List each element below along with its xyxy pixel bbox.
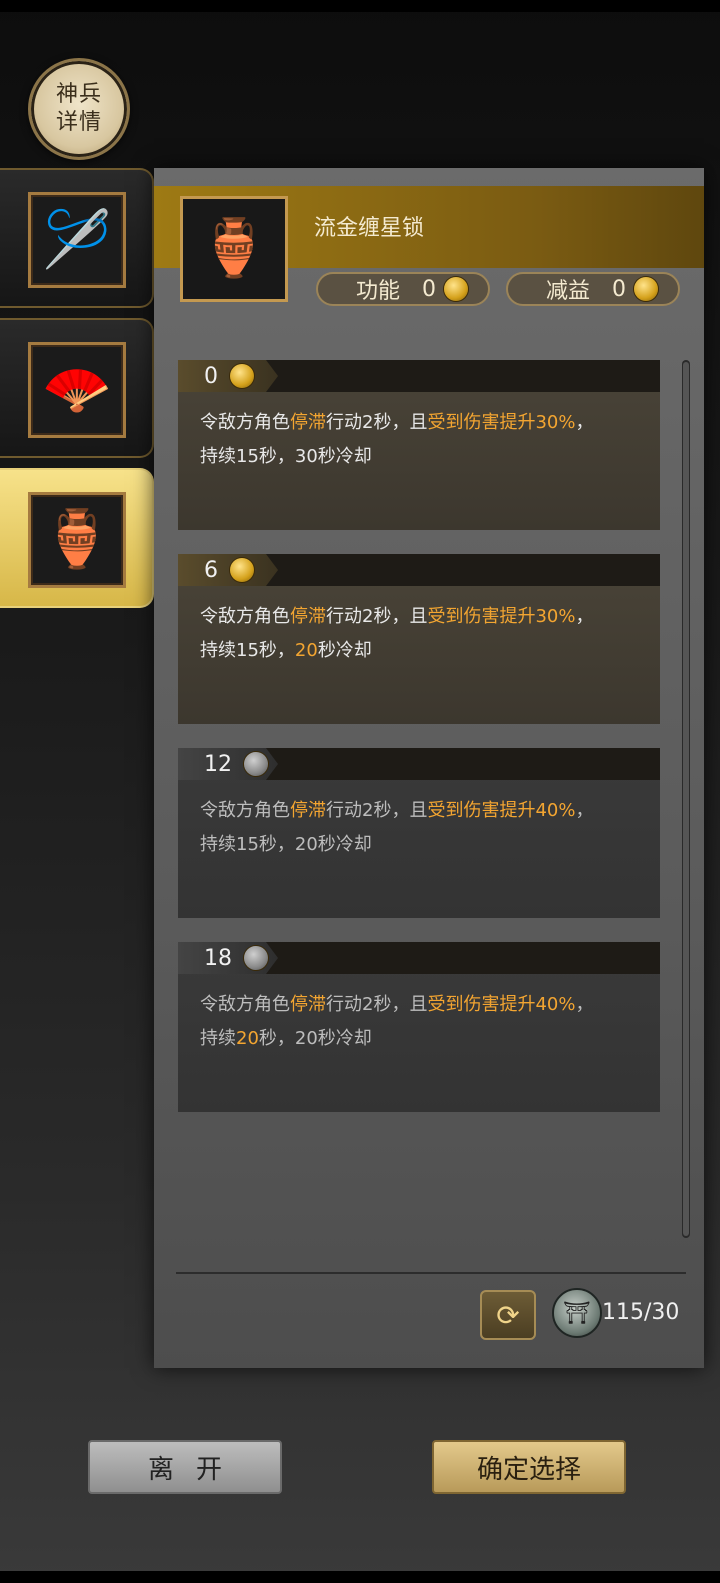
coin-icon [444, 277, 469, 301]
item-tab-hairpins[interactable]: 🪡 [0, 168, 154, 308]
coin-icon [230, 558, 254, 582]
level-card: 18 令敌方角色停滞行动2秒，且受到伤害提升40%， 持续20秒，20秒冷却 [178, 942, 660, 1112]
refresh-button[interactable]: ⟳ [480, 1290, 536, 1340]
coin-icon [230, 364, 254, 388]
level-tag: 6 [178, 554, 278, 586]
level-card: 12 令敌方角色停滞行动2秒，且受到伤害提升40%， 持续15秒，20秒冷却 [178, 748, 660, 918]
leave-button[interactable]: 离开 [88, 1440, 282, 1494]
level-number: 18 [204, 945, 232, 971]
top-bar [0, 0, 720, 12]
level-number: 0 [204, 363, 218, 389]
level-number: 12 [204, 751, 232, 777]
item-title: 流金缠星锁 [314, 216, 425, 241]
level-description: 令敌方角色停滞行动2秒，且受到伤害提升40%， 持续15秒，20秒冷却 [200, 800, 594, 855]
level-number: 6 [204, 557, 218, 583]
level-tag: 0 [178, 360, 278, 392]
divider [176, 1272, 686, 1274]
currency-value: 115/30 [602, 1300, 680, 1325]
confirm-select-button[interactable]: 确定选择 [432, 1440, 626, 1494]
bottom-bar [0, 1571, 720, 1583]
item-tab-fan[interactable]: 🪭 [0, 318, 154, 458]
stat-value: 0 [422, 276, 437, 302]
level-card: 6 令敌方角色停滞行动2秒，且受到伤害提升30%， 持续15秒，20秒冷却 [178, 554, 660, 724]
coin-icon [634, 277, 659, 301]
weapon-details-badge[interactable]: 神兵 详情 [28, 58, 130, 160]
stat-label: 减益 [546, 279, 591, 304]
fan-icon: 🪭 [28, 342, 126, 438]
badge-line2: 详情 [55, 110, 102, 135]
refresh-icon: ⟳ [496, 1298, 520, 1332]
coin-icon [244, 752, 268, 776]
detail-panel: 🏺 流金缠星锁 功能 0 减益 0 0 令敌方角色停滞行动2秒，且受到伤害提升30… [154, 168, 704, 1368]
level-description: 令敌方角色停滞行动2秒，且受到伤害提升30%， 持续15秒，30秒冷却 [200, 412, 594, 467]
level-description: 令敌方角色停滞行动2秒，且受到伤害提升40%， 持续20秒，20秒冷却 [200, 994, 594, 1049]
gourd-chain-icon: 🏺 [28, 492, 126, 588]
level-tag: 18 [178, 942, 278, 974]
currency-icon: ⛩ [552, 1288, 602, 1338]
level-description: 令敌方角色停滞行动2秒，且受到伤害提升30%， 持续15秒，20秒冷却 [200, 606, 594, 661]
stat-pill-function: 功能 0 [316, 272, 490, 306]
scrollbar-thumb[interactable] [683, 362, 689, 1236]
level-card: 0 令敌方角色停滞行动2秒，且受到伤害提升30%， 持续15秒，30秒冷却 [178, 360, 660, 530]
hairpins-icon: 🪡 [28, 192, 126, 288]
stat-value: 0 [612, 276, 627, 302]
item-tab-gourd-chain[interactable]: 🏺 [0, 468, 154, 608]
stat-pill-debuff: 减益 0 [506, 272, 680, 306]
selected-item-icon: 🏺 [180, 196, 288, 302]
coin-icon [244, 946, 268, 970]
badge-line1: 神兵 [55, 82, 102, 107]
level-tag: 12 [178, 748, 278, 780]
stat-label: 功能 [356, 279, 401, 304]
